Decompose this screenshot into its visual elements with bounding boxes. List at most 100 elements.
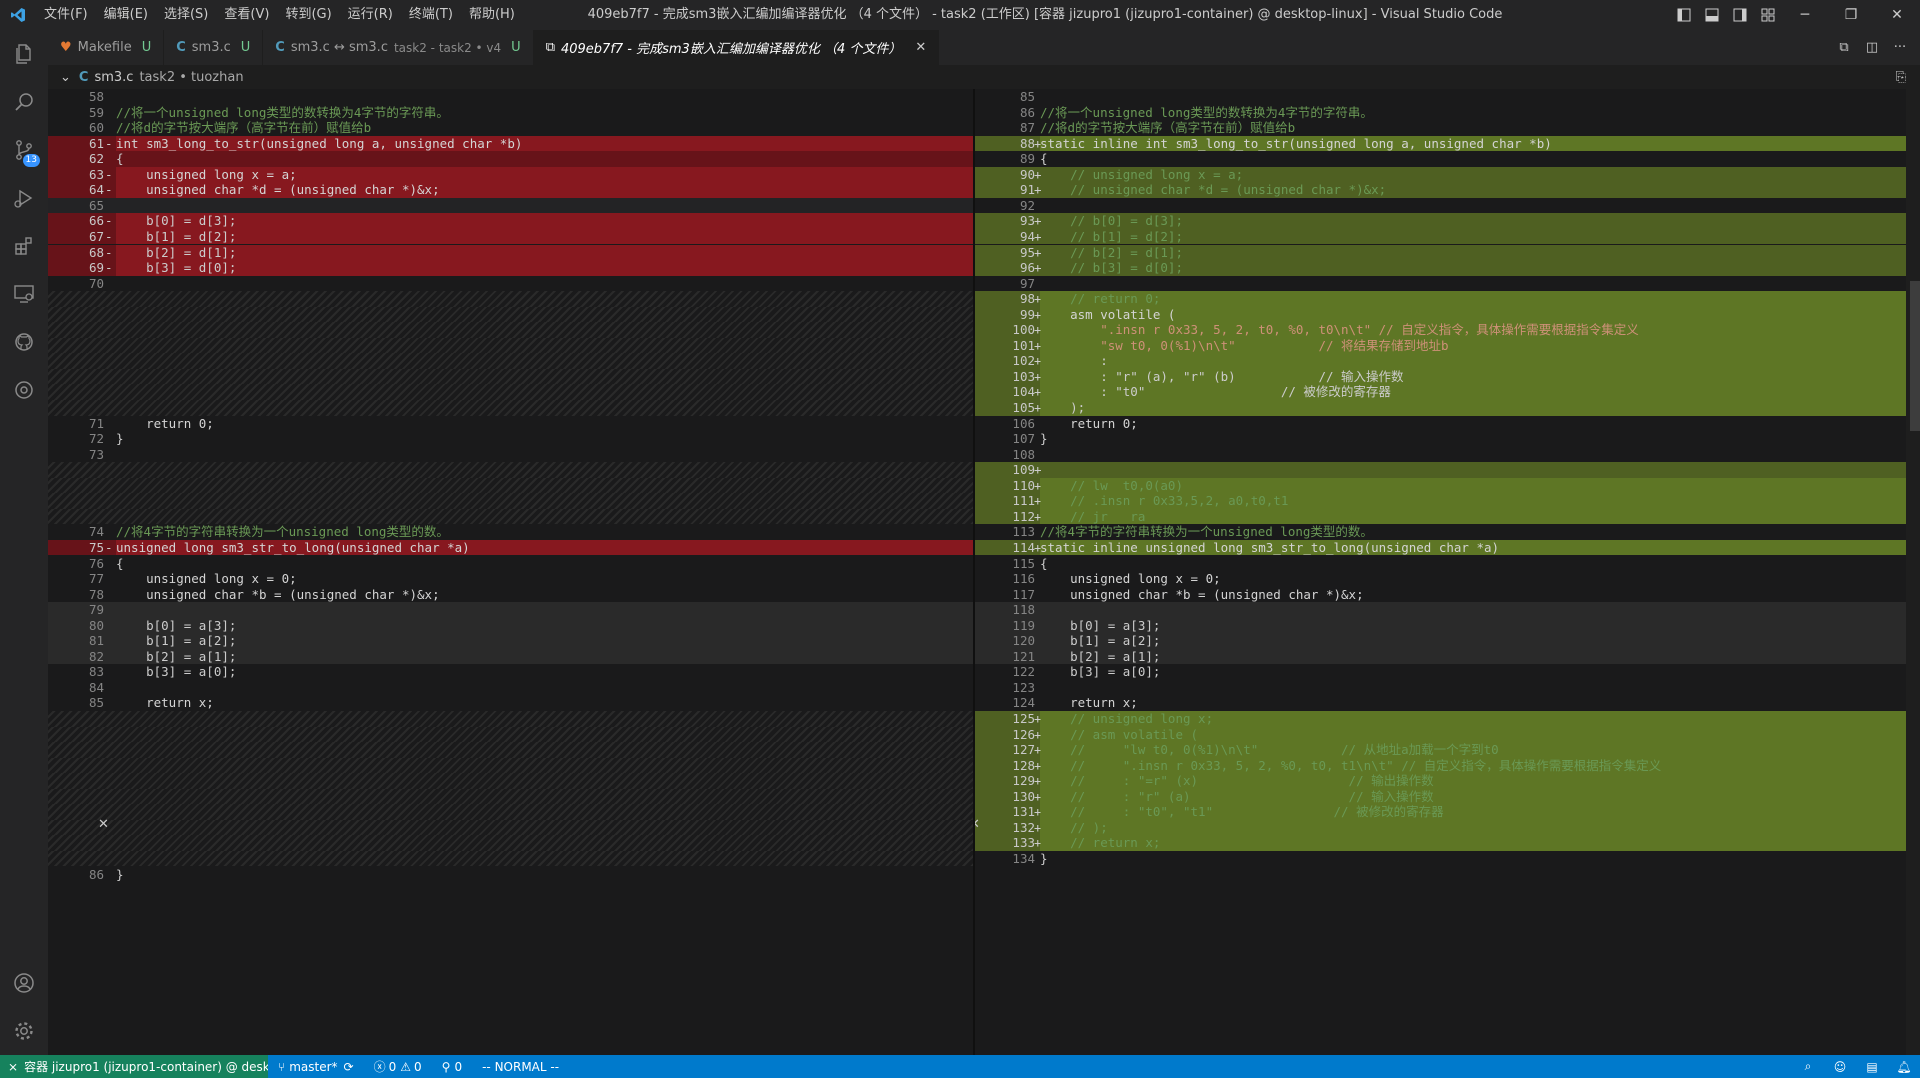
run-debug-icon[interactable]: [0, 174, 48, 222]
close-tab-icon[interactable]: ✕: [915, 40, 926, 55]
diff-line[interactable]: [48, 788, 973, 805]
diff-line[interactable]: 91 + // unsigned char *d = (unsigned char…: [975, 182, 1920, 198]
diff-line[interactable]: [48, 850, 973, 867]
diff-modified-editor[interactable]: 85 86 //将一个unsigned long类型的数转换为4字节的字符串。 87 /…: [975, 89, 1920, 1055]
search-icon[interactable]: [0, 78, 48, 126]
diff-line[interactable]: 81 b[1] = a[2];: [48, 633, 973, 649]
diff-line[interactable]: 69- b[3] = d[0];: [48, 260, 973, 276]
diff-line[interactable]: 61- int sm3_long_to_str(unsigned long a, …: [48, 135, 973, 152]
diff-line[interactable]: 105 + );: [975, 400, 1920, 416]
diff-line[interactable]: 79: [48, 602, 973, 618]
menu-terminal[interactable]: 终端(T): [401, 0, 461, 30]
chevron-down-icon[interactable]: ⌄: [60, 70, 71, 85]
diff-line[interactable]: 87 //将d的字节按大端序（高字节在前）赋值给b: [975, 120, 1920, 136]
diff-line[interactable]: 131 + // : "t0", "t1" // 被修改的寄存器: [975, 804, 1920, 820]
diff-line[interactable]: 126 + // asm volatile (: [975, 726, 1920, 743]
diff-line[interactable]: 116 unsigned long x = 0;: [975, 571, 1920, 587]
diff-line[interactable]: 129 + // : "=r" (x) // 输出操作数: [975, 773, 1920, 789]
menu-run[interactable]: 运行(R): [340, 0, 401, 30]
diff-line[interactable]: 92: [975, 198, 1920, 214]
diff-line[interactable]: 128 + // ".insn r 0x33, 5, 2, %0, t0, t1\…: [975, 757, 1920, 774]
tab-sm3-c[interactable]: C sm3.c U: [164, 30, 264, 65]
diff-line[interactable]: 86 //将一个unsigned long类型的数转换为4字节的字符串。: [975, 105, 1920, 121]
menu-file[interactable]: 文件(F): [36, 0, 96, 30]
remote-indicator[interactable]: ⨯ 容器 jizupro1 (jizupro1-container) @ des…: [0, 1055, 268, 1078]
diff-line[interactable]: 119 b[0] = a[3];: [975, 617, 1920, 634]
ports-indicator[interactable]: ⚲ 0: [432, 1060, 472, 1074]
diff-line[interactable]: [48, 508, 973, 525]
diff-line[interactable]: 120 b[1] = a[2];: [975, 633, 1920, 649]
diff-line[interactable]: 124 return x;: [975, 695, 1920, 711]
diff-line[interactable]: 133 + // return x;: [975, 835, 1920, 851]
diff-line[interactable]: 93 + // b[0] = d[3];: [975, 213, 1920, 229]
diff-line[interactable]: [48, 384, 973, 400]
diff-line[interactable]: 63- unsigned long x = a;: [48, 166, 973, 183]
diff-line[interactable]: 101 + "sw t0, 0(%1)\n\t" // 将结果存储到地址b: [975, 337, 1920, 354]
diff-line[interactable]: 113 //将4字节的字符串转换为一个unsigned long类型的数。: [975, 524, 1920, 540]
revert-change-icon[interactable]: ✕: [98, 817, 109, 832]
diff-line[interactable]: 85: [975, 89, 1920, 105]
diff-line[interactable]: 85 return x;: [48, 695, 973, 711]
diff-line[interactable]: [48, 711, 973, 727]
timeline-icon[interactable]: [0, 366, 48, 414]
diff-line[interactable]: [48, 337, 973, 354]
diff-line[interactable]: [48, 773, 973, 789]
settings-gear-icon[interactable]: [0, 1007, 48, 1055]
diff-line[interactable]: 67- b[1] = d[2];: [48, 228, 973, 245]
tab-commit-diff[interactable]: ⧉ 409eb7f7 - 完成sm3嵌入汇编加编译器优化 （4 个文件） ✕: [533, 30, 940, 65]
branch-indicator[interactable]: ⑂ master* ⟳: [268, 1060, 364, 1074]
source-control-icon[interactable]: 13: [0, 126, 48, 174]
diff-line[interactable]: 88 + static inline int sm3_long_to_str(uns…: [975, 135, 1920, 152]
diff-line[interactable]: 59 //将一个unsigned long类型的数转换为4字节的字符串。: [48, 105, 973, 121]
diff-line[interactable]: 70: [48, 276, 973, 292]
more-actions-icon[interactable]: ···: [1886, 40, 1914, 55]
diff-line[interactable]: 117 unsigned char *b = (unsigned char *)…: [975, 587, 1920, 603]
diff-line[interactable]: 122 b[3] = a[0];: [975, 664, 1920, 680]
scrollbar-thumb[interactable]: [1910, 281, 1920, 431]
diff-line[interactable]: 74 //将4字节的字符串转换为一个unsigned long类型的数。: [48, 524, 973, 540]
diff-line[interactable]: 73: [48, 447, 973, 463]
diff-line[interactable]: 130 + // : "r" (a) // 输入操作数: [975, 788, 1920, 805]
account-icon[interactable]: [0, 959, 48, 1007]
menu-selection[interactable]: 选择(S): [156, 0, 216, 30]
split-editor-icon[interactable]: ◫: [1858, 40, 1886, 55]
diff-line[interactable]: 111 + // .insn r 0x33,5,2, a0,t0,t1: [975, 493, 1920, 509]
diff-line[interactable]: 95 + // b[2] = d[1];: [975, 244, 1920, 261]
diff-line[interactable]: [48, 291, 973, 307]
customize-layout-icon[interactable]: [1754, 0, 1782, 30]
diff-line[interactable]: 77 unsigned long x = 0;: [48, 571, 973, 587]
tab-makefile[interactable]: ♥ Makefile U: [48, 30, 165, 65]
diff-line[interactable]: [48, 757, 973, 774]
diff-line[interactable]: 75- unsigned long sm3_str_to_long(unsigne…: [48, 539, 973, 556]
diff-line[interactable]: 65: [48, 197, 973, 214]
menu-edit[interactable]: 编辑(E): [96, 0, 156, 30]
diff-line[interactable]: 134}: [975, 851, 1920, 867]
diff-line[interactable]: [48, 726, 973, 743]
diff-line[interactable]: 108: [975, 447, 1920, 463]
file-name[interactable]: sm3.c: [94, 70, 133, 85]
minimize-icon[interactable]: ─: [1782, 0, 1828, 30]
restore-icon[interactable]: ❐: [1828, 0, 1874, 30]
diff-line[interactable]: 118: [975, 602, 1920, 618]
diff-line[interactable]: 99 + asm volatile (: [975, 306, 1920, 323]
zoom-icon[interactable]: ⌕: [1792, 1059, 1824, 1074]
diff-line[interactable]: 66- b[0] = d[3];: [48, 213, 973, 229]
diff-line[interactable]: 86}: [48, 867, 973, 883]
diff-line[interactable]: 90 + // unsigned long x = a;: [975, 166, 1920, 183]
diff-line[interactable]: 97: [975, 276, 1920, 292]
menu-view[interactable]: 查看(V): [216, 0, 277, 30]
diff-line[interactable]: 83 b[3] = a[0];: [48, 664, 973, 680]
diff-line[interactable]: 114 + static inline unsigned long sm3_str_…: [975, 539, 1920, 556]
diff-original-editor[interactable]: 58 59 //将一个unsigned long类型的数转换为4字节的字符串。 60 /…: [48, 89, 973, 1055]
revert-change-icon[interactable]: ✕: [975, 817, 980, 832]
diff-line[interactable]: [48, 322, 973, 338]
diff-line[interactable]: 112 + // jr ra: [975, 508, 1920, 525]
diff-line[interactable]: 115 {: [975, 556, 1920, 572]
diff-line[interactable]: 98 + // return 0;: [975, 291, 1920, 307]
diff-line[interactable]: 80 b[0] = a[3];: [48, 617, 973, 634]
diff-line[interactable]: [48, 742, 973, 758]
diff-line[interactable]: 127 + // "lw t0, 0(%1)\n\t" // 从地址a加载一个字到…: [975, 742, 1920, 758]
diff-line[interactable]: 72}: [48, 431, 973, 447]
tab-sm3-c-compare[interactable]: C sm3.c ↔ sm3.c task2 - task2 • v4 U: [263, 30, 534, 65]
diff-line[interactable]: 64- unsigned char *d = (unsigned char *)…: [48, 182, 973, 198]
